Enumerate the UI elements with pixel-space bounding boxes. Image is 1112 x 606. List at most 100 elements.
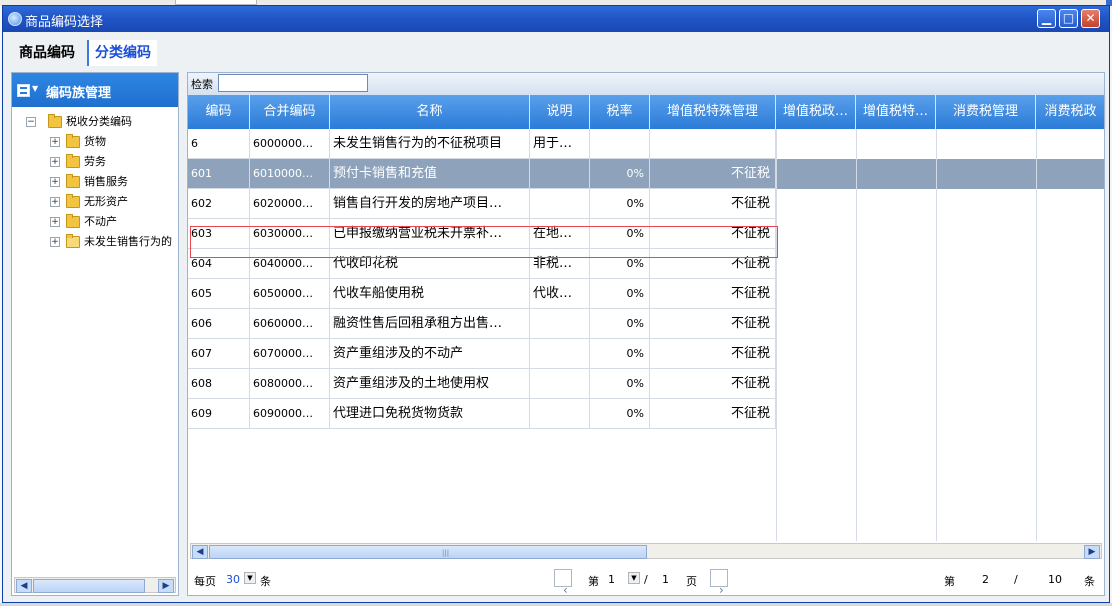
folder-icon [66,174,80,188]
cell-name: 预付卡销售和充值 [330,159,530,189]
scroll-right-icon[interactable]: ▶ [1084,545,1100,559]
cell-code: 606 [188,309,250,339]
cell-name: 资产重组涉及的土地使用权 [330,369,530,399]
expand-icon[interactable]: + [50,137,60,147]
expand-icon[interactable]: + [50,197,60,207]
table-row[interactable]: 607 6070000… 资产重组涉及的不动产 0% 不征税 [188,339,1104,369]
table-row[interactable]: 602 6020000… 销售自行开发的房地产项目… 0% 不征税 [188,189,1104,219]
menu-icon[interactable] [17,84,30,97]
cell-note [530,189,590,219]
tab-category-code[interactable]: 分类编码 [87,40,157,66]
prev-page-button[interactable]: ‹ [554,569,572,597]
cell-name: 融资性售后回租承租方出售… [330,309,530,339]
cell-name: 已申报缴纳营业税未开票补… [330,219,530,249]
record-total: 10 [1048,573,1062,586]
page-dropdown-icon[interactable]: ▼ [628,572,640,584]
table-row[interactable]: 604 6040000… 代收印花税 非税… 0% 不征税 [188,249,1104,279]
column-header-vat-policy[interactable]: 增值税政… [776,95,856,129]
column-divider [776,129,777,541]
column-header-consumption-policy[interactable]: 消费税政 [1036,95,1106,129]
cell-name: 销售自行开发的房地产项目… [330,189,530,219]
cell-rate: 0% [590,399,650,429]
record-separator: / [1014,573,1018,586]
chevron-left-icon: ‹ [563,583,568,597]
scroll-left-icon[interactable]: ◀ [16,579,32,593]
cell-rate: 0% [590,249,650,279]
tab-product-code[interactable]: 商品编码 [13,40,81,66]
close-button[interactable]: ✕ [1081,9,1100,28]
grid-horizontal-scrollbar[interactable]: ◀ ||| ▶ [190,543,1102,559]
cell-merged: 6030000… [250,219,330,249]
cell-vat: 不征税 [650,399,776,429]
scrollbar-thumb[interactable] [33,579,145,593]
folder-icon [66,214,80,228]
column-header-consumption-tax[interactable]: 消费税管理 [936,95,1036,129]
title-bar[interactable]: 商品编码选择 ▁ □ ✕ [3,6,1109,32]
table-row[interactable]: 605 6050000… 代收车船使用税 代收… 0% 不征税 [188,279,1104,309]
cell-code: 607 [188,339,250,369]
cell-code: 608 [188,369,250,399]
expand-icon[interactable]: + [50,217,60,227]
cell-code: 601 [188,159,250,189]
code-family-header[interactable]: ▼ 编码族管理 [12,73,178,107]
expand-icon[interactable]: + [50,237,60,247]
maximize-button[interactable]: □ [1059,9,1078,28]
table-row[interactable]: 606 6060000… 融资性售后回租承租方出售… 0% 不征税 [188,309,1104,339]
cell-note [530,369,590,399]
per-page-dropdown-icon[interactable]: ▼ [244,572,256,584]
cell-note [530,159,590,189]
search-input[interactable] [218,74,368,92]
folder-icon [66,134,80,148]
tree-label: 劳务 [84,155,106,168]
grid-header: 编码 合并编码 名称 说明 税率 增值税特殊管理 增值税政… 增值税特… 消费税… [188,95,1106,129]
table-row[interactable]: 603 6030000… 已申报缴纳营业税未开票补… 在地… 0% 不征税 [188,219,1104,249]
current-page: 1 [608,573,615,586]
collapse-icon[interactable]: − [26,117,36,127]
cell-merged: 6060000… [250,309,330,339]
column-header-vat-special-2[interactable]: 增值税特… [856,95,936,129]
pager: 每页 30 ▼ 条 ‹ 第 1 ▼ / 1 页 › 第 2 / 10 条 [188,561,1104,597]
table-row[interactable]: 608 6080000… 资产重组涉及的土地使用权 0% 不征税 [188,369,1104,399]
column-header-vat-special[interactable]: 增值税特殊管理 [650,95,776,129]
table-row[interactable]: 601 6010000… 预付卡销售和充值 0% 不征税 [188,159,1104,189]
cell-name: 资产重组涉及的不动产 [330,339,530,369]
table-row[interactable]: 6 6000000… 未发生销售行为的不征税项目 用于… [188,129,1104,159]
table-row[interactable]: 609 6090000… 代理进口免税货物货款 0% 不征税 [188,399,1104,429]
column-header-code[interactable]: 编码 [188,95,250,129]
scroll-right-icon[interactable]: ▶ [158,579,174,593]
scrollbar-thumb[interactable]: ||| [209,545,647,559]
column-header-merged-code[interactable]: 合并编码 [250,95,330,129]
expand-icon[interactable]: + [50,157,60,167]
total-pages: 1 [662,573,669,586]
page-suffix: 页 [686,575,697,588]
dropdown-caret-icon[interactable]: ▼ [32,84,38,93]
record-current: 2 [982,573,989,586]
minimize-icon: ▁ [1041,11,1052,25]
tree-label: 无形资产 [84,195,128,208]
chevron-right-icon: › [719,583,724,597]
cell-rate: 0% [590,339,650,369]
cell-name: 代理进口免税货物货款 [330,399,530,429]
minimize-button[interactable]: ▁ [1037,9,1056,28]
per-page-label: 每页 [194,575,216,588]
cell-merged: 6000000… [250,129,330,159]
column-header-rate[interactable]: 税率 [590,95,650,129]
app-icon [8,12,22,26]
page-separator: / [644,573,648,586]
expand-icon[interactable]: + [50,177,60,187]
cell-code: 6 [188,129,250,159]
per-page-value[interactable]: 30 [226,573,240,586]
cell-code: 605 [188,279,250,309]
cell-name: 代收车船使用税 [330,279,530,309]
column-header-note[interactable]: 说明 [530,95,590,129]
cell-merged: 6020000… [250,189,330,219]
column-header-name[interactable]: 名称 [330,95,530,129]
dialog-window: 商品编码选择 ▁ □ ✕ 商品编码 分类编码 ▼ 编码族管理 − 税收分类编码 [2,5,1110,603]
scroll-left-icon[interactable]: ◀ [192,545,208,559]
tree-horizontal-scrollbar[interactable]: ◀ ▶ [14,577,176,593]
code-grid-panel: 检索 编码 合并编码 名称 说明 税率 增值税特殊管理 增值税政… 增值税特… … [187,72,1106,597]
cell-vat: 不征税 [650,219,776,249]
grid-body: 6 6000000… 未发生销售行为的不征税项目 用于… 601 6010000… 预付卡销… [188,129,1104,541]
next-page-button[interactable]: › [710,569,728,597]
search-bar: 检索 [188,73,1104,95]
